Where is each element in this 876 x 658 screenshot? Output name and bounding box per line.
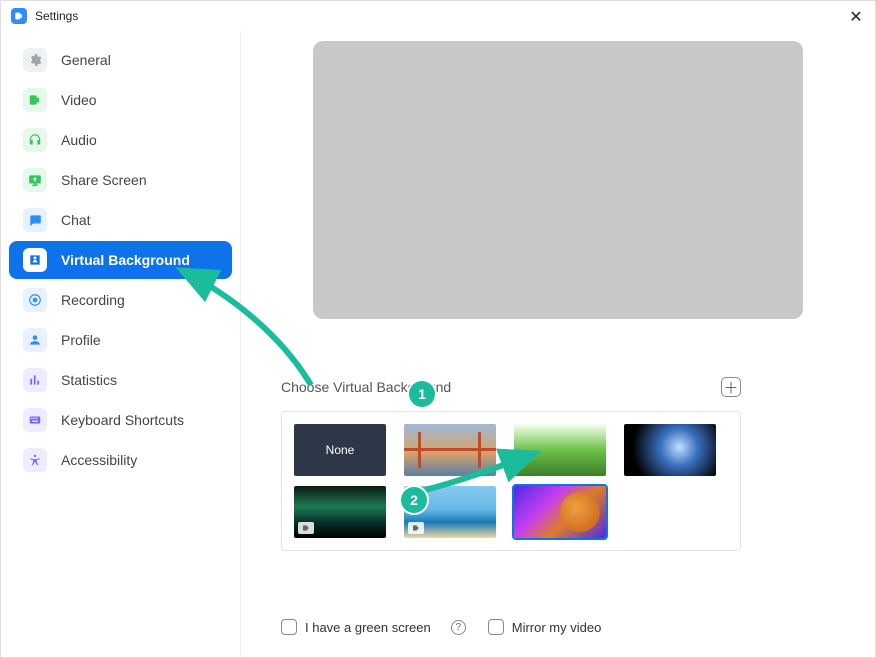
sidebar-item-label: General — [61, 52, 111, 68]
sidebar-item-label: Statistics — [61, 372, 117, 388]
sidebar-item-label: Audio — [61, 132, 97, 148]
background-option-aurora[interactable] — [294, 486, 386, 538]
background-option-tiger[interactable] — [514, 486, 606, 538]
background-option-bridge[interactable] — [404, 424, 496, 476]
share-screen-icon — [23, 168, 47, 192]
green-screen-checkbox[interactable]: I have a green screen — [281, 619, 431, 635]
background-option-none[interactable]: None — [294, 424, 386, 476]
sidebar-item-share-screen[interactable]: Share Screen — [9, 161, 232, 199]
mirror-video-label: Mirror my video — [512, 620, 602, 635]
green-screen-label: I have a green screen — [305, 620, 431, 635]
help-icon[interactable]: ? — [451, 620, 466, 635]
sidebar-item-label: Accessibility — [61, 452, 137, 468]
record-icon — [23, 288, 47, 312]
gear-icon — [23, 48, 47, 72]
sidebar-item-label: Video — [61, 92, 97, 108]
titlebar: Settings ✕ — [1, 1, 875, 31]
sidebar-item-video[interactable]: Video — [9, 81, 232, 119]
sidebar-item-label: Keyboard Shortcuts — [61, 412, 184, 428]
video-preview — [313, 41, 803, 319]
sidebar-item-label: Share Screen — [61, 172, 147, 188]
choose-background-label: Choose Virtual Background — [281, 379, 451, 395]
sidebar-item-label: Recording — [61, 292, 125, 308]
sidebar-item-label: Profile — [61, 332, 101, 348]
background-option-beach[interactable] — [404, 486, 496, 538]
statistics-icon — [23, 368, 47, 392]
background-option-grass[interactable] — [514, 424, 606, 476]
options-row: I have a green screen ? Mirror my video — [281, 619, 601, 635]
app-icon — [11, 8, 27, 24]
video-icon — [23, 88, 47, 112]
headphones-icon — [23, 128, 47, 152]
sidebar-item-audio[interactable]: Audio — [9, 121, 232, 159]
close-button[interactable]: ✕ — [847, 7, 865, 27]
sidebar-item-keyboard-shortcuts[interactable]: Keyboard Shortcuts — [9, 401, 232, 439]
sidebar-item-virtual-background[interactable]: Virtual Background — [9, 241, 232, 279]
settings-sidebar: General Video Audio Share Screen Chat — [1, 31, 241, 657]
main-panel: Choose Virtual Background ＋ None — [241, 31, 875, 657]
sidebar-item-recording[interactable]: Recording — [9, 281, 232, 319]
sidebar-item-label: Chat — [61, 212, 91, 228]
add-background-button[interactable]: ＋ — [721, 377, 741, 397]
sidebar-item-profile[interactable]: Profile — [9, 321, 232, 359]
checkbox-icon — [281, 619, 297, 635]
mirror-video-checkbox[interactable]: Mirror my video — [488, 619, 602, 635]
checkbox-icon — [488, 619, 504, 635]
none-label: None — [326, 443, 355, 457]
sidebar-item-accessibility[interactable]: Accessibility — [9, 441, 232, 479]
background-icon — [23, 248, 47, 272]
background-option-earth[interactable] — [624, 424, 716, 476]
sidebar-item-statistics[interactable]: Statistics — [9, 361, 232, 399]
video-badge-icon — [298, 522, 314, 534]
window-title: Settings — [35, 9, 78, 23]
profile-icon — [23, 328, 47, 352]
chat-icon — [23, 208, 47, 232]
accessibility-icon — [23, 448, 47, 472]
sidebar-item-label: Virtual Background — [61, 252, 190, 268]
background-thumbnails: None — [281, 411, 741, 551]
keyboard-icon — [23, 408, 47, 432]
sidebar-item-general[interactable]: General — [9, 41, 232, 79]
video-badge-icon — [408, 522, 424, 534]
sidebar-item-chat[interactable]: Chat — [9, 201, 232, 239]
